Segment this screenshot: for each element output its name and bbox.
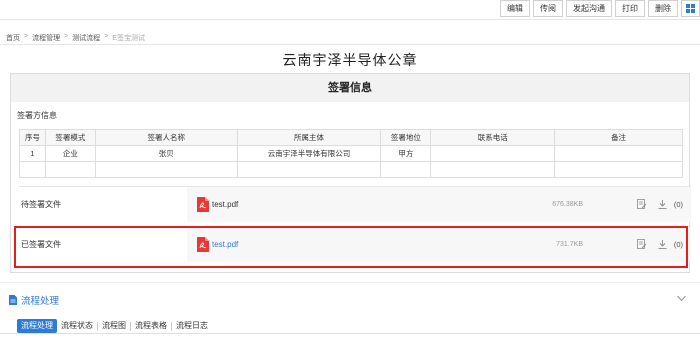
tab-process-form[interactable]: 流程表格 [131, 319, 171, 333]
column-header: 备注 [554, 129, 683, 146]
download-icon[interactable] [658, 200, 667, 209]
section-divider [0, 282, 700, 283]
table-cell: 企业 [44, 145, 96, 162]
edit-button[interactable]: 编辑 [500, 0, 530, 17]
column-header: 序号 [19, 129, 46, 146]
table-header-row: 序号 签署模式 签署人名称 所属主体 签署地位 联系电话 备注 [19, 129, 683, 146]
sign-document-icon[interactable] [637, 199, 647, 210]
party-table: 序号 签署模式 签署人名称 所属主体 签署地位 联系电话 备注 1 企业 张贝 … [19, 129, 683, 178]
grid-icon [686, 4, 695, 13]
file-size: 676.38KB [552, 201, 583, 208]
column-header: 联系电话 [430, 129, 556, 146]
table-row-empty [19, 161, 683, 178]
tab-process-chart[interactable]: 流程图 [98, 319, 130, 333]
process-section-header[interactable]: 流程处理 [9, 293, 59, 307]
highlight-box [14, 226, 688, 268]
table-cell: 云南宇泽半导体有限公司 [236, 145, 382, 162]
delete-button[interactable]: 删除 [648, 0, 678, 17]
party-section-label: 签署方信息 [17, 111, 57, 120]
column-header: 签署人名称 [94, 129, 238, 146]
table-cell: 张贝 [94, 145, 238, 162]
breadcrumb-separator: > [24, 33, 29, 40]
tab-process-status[interactable]: 流程状态 [57, 319, 97, 333]
column-header: 签署模式 [44, 129, 96, 146]
process-section-title: 流程处理 [21, 296, 60, 307]
column-header: 签署地位 [380, 129, 432, 146]
top-toolbar: 编辑 传阅 发起沟通 打印 删除 [500, 0, 700, 17]
tab-process-log[interactable]: 流程日志 [172, 319, 212, 333]
share-button[interactable]: 传阅 [533, 0, 563, 17]
grid-menu-button[interactable] [681, 0, 700, 17]
tabs-divider [0, 333, 700, 334]
document-icon [9, 295, 17, 305]
page-title: 云南宇泽半导体公章 [282, 52, 418, 68]
table-cell [430, 145, 556, 162]
column-header: 所属主体 [236, 129, 382, 146]
file-name-link[interactable]: test.pdf [212, 187, 238, 223]
breadcrumb-process-mgmt[interactable]: 流程管理 [32, 33, 60, 43]
pending-files-row: 待签署文件 test.pdf 676.38KB (0) [19, 186, 691, 222]
print-button[interactable]: 打印 [615, 0, 645, 17]
sign-info-title: 签署信息 [11, 74, 689, 102]
table-cell: 甲方 [380, 145, 432, 162]
breadcrumb-divider [0, 44, 700, 45]
pending-file-entry: test.pdf 676.38KB (0) [187, 187, 691, 222]
process-tabs: 流程处理 流程状态 流程图 流程表格 流程日志 [17, 319, 212, 333]
breadcrumb-current: E签宝测试 [112, 35, 145, 42]
pending-files-label: 待签署文件 [21, 200, 61, 209]
breadcrumb-separator: > [104, 33, 109, 40]
breadcrumb-separator: > [64, 33, 69, 40]
table-cell: 1 [19, 145, 46, 162]
breadcrumb-home[interactable]: 首页 [6, 33, 20, 43]
tab-process-handling[interactable]: 流程处理 [17, 319, 57, 333]
toolbar-divider [0, 19, 700, 20]
table-cell [554, 145, 683, 162]
chevron-down-icon[interactable] [677, 295, 686, 302]
pdf-icon [197, 197, 209, 212]
table-row: 1 企业 张贝 云南宇泽半导体有限公司 甲方 [19, 145, 683, 162]
breadcrumb: 首页 > 流程管理 > 测试流程 > E签宝测试 [6, 33, 145, 43]
start-chat-button[interactable]: 发起沟通 [566, 0, 612, 17]
breadcrumb-test-process[interactable]: 测试流程 [72, 33, 100, 43]
download-count: (0) [673, 200, 683, 209]
